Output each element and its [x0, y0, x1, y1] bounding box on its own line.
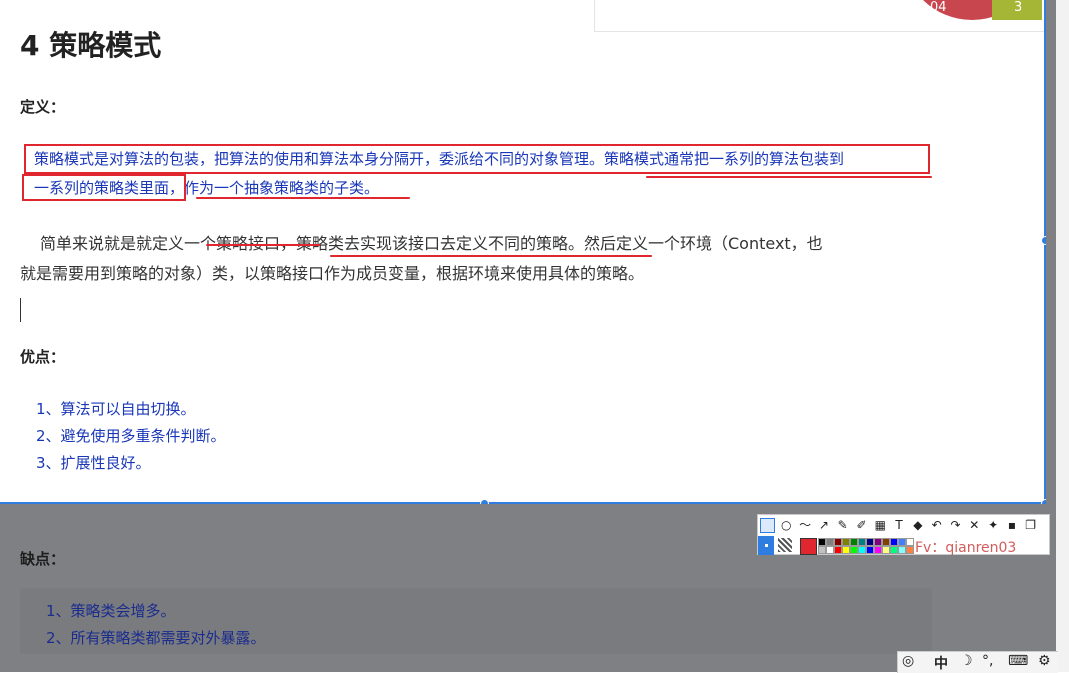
cons-heading: 缺点：: [20, 550, 66, 568]
list-item: 1、策略类会增多。: [46, 602, 176, 620]
current-color-swatch[interactable]: [800, 538, 817, 555]
mosaic-icon[interactable]: ▦: [873, 518, 888, 533]
color-swatch[interactable]: [858, 538, 866, 546]
color-swatch[interactable]: [866, 538, 874, 546]
color-swatch[interactable]: [890, 546, 898, 554]
punctuation-icon[interactable]: °,: [982, 653, 993, 669]
ime-logo-icon[interactable]: ◎: [902, 653, 914, 669]
ellipse-icon[interactable]: ○: [779, 518, 794, 533]
pen-size-small[interactable]: [758, 536, 774, 555]
freehand-icon[interactable]: 〜: [798, 518, 813, 533]
color-swatch[interactable]: [826, 546, 834, 554]
color-swatch[interactable]: [858, 546, 866, 554]
text-icon[interactable]: T: [892, 518, 907, 533]
color-swatch[interactable]: [866, 546, 874, 554]
color-swatch[interactable]: [874, 538, 882, 546]
undo-icon[interactable]: ↶: [929, 518, 944, 533]
copy-icon[interactable]: ❐: [1023, 518, 1038, 533]
color-swatch[interactable]: [898, 538, 906, 546]
keyboard-icon[interactable]: ⌨: [1008, 653, 1028, 669]
pin-icon[interactable]: ✦: [986, 518, 1001, 533]
ime-tray: ◎ 中 ☽ °, ⌨ ⚙: [897, 651, 1058, 673]
moon-icon[interactable]: ☽: [960, 653, 973, 669]
color-swatch[interactable]: [834, 538, 842, 546]
color-swatch[interactable]: [818, 546, 826, 554]
color-swatch[interactable]: [890, 538, 898, 546]
color-swatch[interactable]: [818, 538, 826, 546]
arrow-icon[interactable]: ↗: [816, 518, 831, 533]
color-swatch[interactable]: [842, 538, 850, 546]
pen-icon[interactable]: ✎: [835, 518, 850, 533]
color-swatch[interactable]: [906, 538, 914, 546]
rectangle-icon[interactable]: [760, 518, 775, 533]
list-item: 2、所有策略类都需要对外暴露。: [46, 629, 266, 647]
color-swatch[interactable]: [834, 546, 842, 554]
scrollbar-track[interactable]: [1056, 0, 1069, 672]
settings-icon[interactable]: ⚙: [1038, 653, 1051, 669]
capture-selection-border[interactable]: [0, 0, 1046, 504]
redo-icon[interactable]: ↷: [948, 518, 963, 533]
ime-mode-toggle[interactable]: 中: [934, 653, 948, 673]
color-swatch[interactable]: [842, 546, 850, 554]
color-swatch[interactable]: [826, 538, 834, 546]
eraser-icon[interactable]: ◆: [910, 518, 925, 533]
cancel-icon[interactable]: ✕: [967, 518, 982, 533]
save-icon[interactable]: ▪: [1004, 518, 1019, 533]
dim-overlay: [1046, 0, 1056, 504]
color-swatch[interactable]: [882, 546, 890, 554]
color-swatch[interactable]: [906, 546, 914, 554]
color-swatch[interactable]: [850, 546, 858, 554]
color-swatch[interactable]: [850, 538, 858, 546]
highlighter-icon[interactable]: ✐: [854, 518, 869, 533]
fill-pattern-icon[interactable]: [778, 538, 792, 552]
watermark-text: Fv：qianren03: [915, 540, 1017, 556]
color-swatch[interactable]: [898, 546, 906, 554]
color-swatch[interactable]: [874, 546, 882, 554]
color-swatch[interactable]: [882, 538, 890, 546]
